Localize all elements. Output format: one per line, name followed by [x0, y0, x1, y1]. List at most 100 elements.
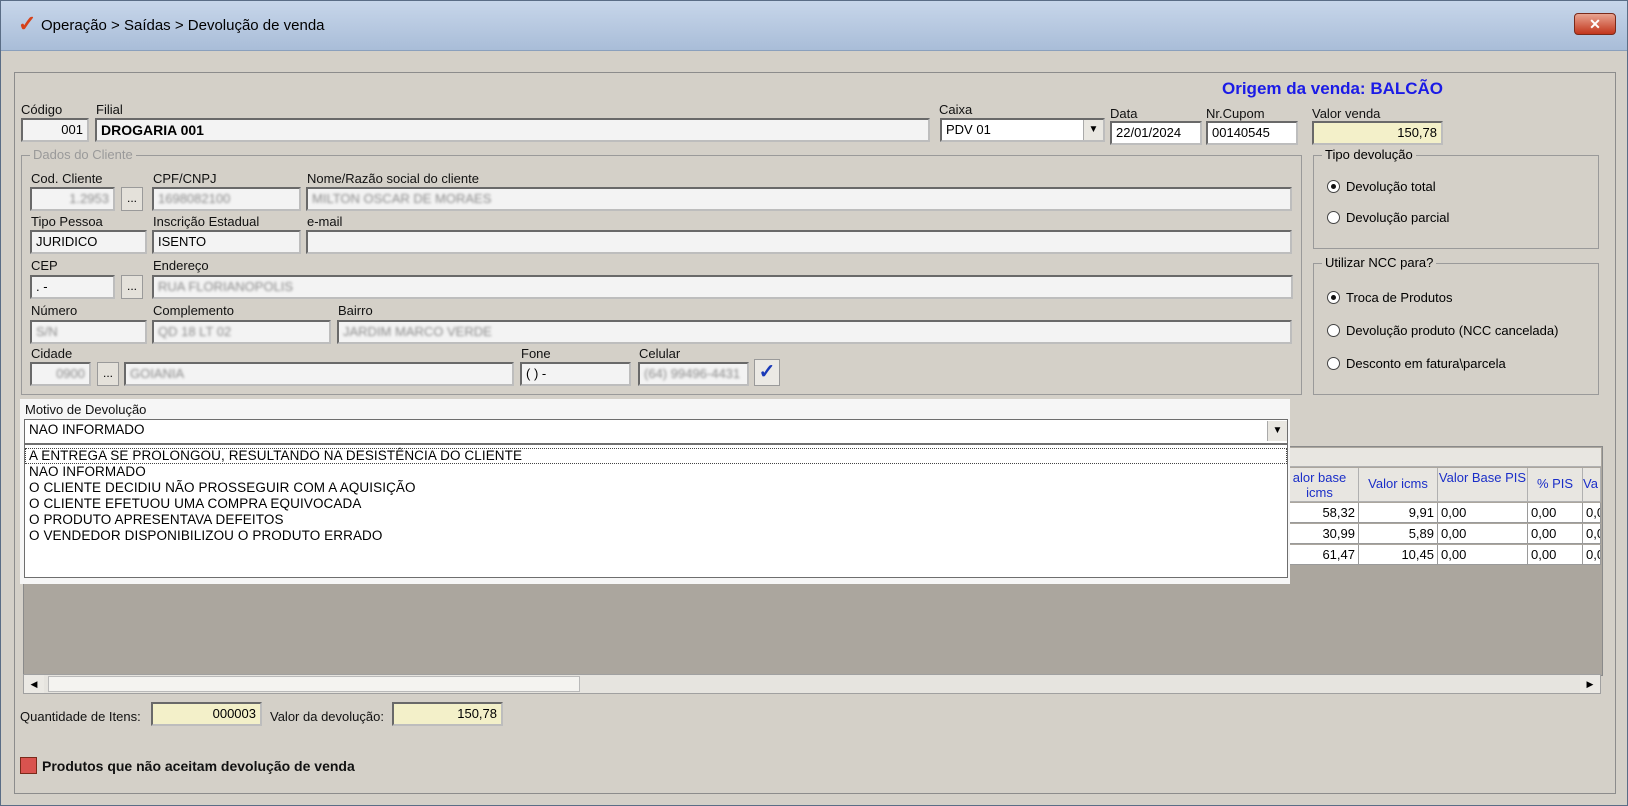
- cod-cliente-field[interactable]: 1.2953: [30, 187, 115, 211]
- grid-top-bar: [1290, 448, 1601, 467]
- filial-field[interactable]: DROGARIA 001: [95, 118, 930, 142]
- radio-devolucao-total[interactable]: Devolução total: [1327, 179, 1436, 194]
- sale-origin: Origem da venda: BALCÃO: [1222, 79, 1444, 98]
- bairro-field[interactable]: JARDIM MARCO VERDE: [337, 320, 1292, 344]
- tipo-devolucao-title: Tipo devolução: [1322, 147, 1416, 162]
- radio-devolucao-produto[interactable]: Devolução produto (NCC cancelada): [1327, 323, 1558, 338]
- close-button[interactable]: ✕: [1574, 13, 1616, 35]
- radio-troca-produtos-label: Troca de Produtos: [1346, 290, 1453, 305]
- cell-valor-icms: 9,91: [1359, 503, 1438, 523]
- cupom-label: Nr.Cupom: [1206, 106, 1265, 121]
- cpf-field[interactable]: 1698082100: [152, 187, 301, 211]
- radio-devolucao-produto-label: Devolução produto (NCC cancelada): [1346, 323, 1559, 338]
- endereco-label: Endereço: [153, 258, 209, 273]
- motivo-option[interactable]: O CLIENTE EFETUOU UMA COMPRA EQUIVOCADA: [25, 496, 1287, 512]
- col-header-pis[interactable]: % PIS: [1528, 468, 1583, 502]
- scroll-right-icon[interactable]: ▶: [1580, 675, 1600, 693]
- numero-field[interactable]: S/N: [30, 320, 147, 344]
- tipo-devolucao-group: Tipo devolução: [1313, 147, 1599, 249]
- data-label: Data: [1110, 106, 1138, 121]
- legend-label: Produtos que não aceitam devolução de ve…: [42, 758, 355, 774]
- cell-base-pis: 0,00: [1438, 503, 1528, 523]
- scroll-thumb[interactable]: [48, 676, 580, 692]
- radio-devolucao-parcial-label: Devolução parcial: [1346, 210, 1450, 225]
- motivo-select[interactable]: NAO INFORMADO ▼: [24, 419, 1288, 444]
- radio-unselected-icon: [1327, 357, 1340, 370]
- cliente-group-title: Dados do Cliente: [30, 147, 136, 162]
- valor-devolucao-label: Valor da devolução:: [270, 709, 384, 724]
- cidade-label: Cidade: [31, 346, 73, 361]
- checkmark-icon: ✓: [758, 361, 776, 383]
- col-header-va[interactable]: Va: [1583, 468, 1601, 502]
- cell-pis: 0,00: [1528, 545, 1583, 565]
- motivo-option[interactable]: O VENDEDOR DISPONIBILIZOU O PRODUTO ERRA…: [25, 528, 1287, 544]
- fone-label: Fone: [521, 346, 551, 361]
- confirm-check-button[interactable]: ✓: [754, 359, 780, 386]
- cupom-field[interactable]: 00140545: [1206, 121, 1298, 145]
- cod-cliente-value: 1.2953: [69, 191, 109, 206]
- radio-unselected-icon: [1327, 324, 1340, 337]
- radio-troca-produtos[interactable]: Troca de Produtos: [1327, 290, 1452, 305]
- fone-field[interactable]: ( ) -: [520, 362, 631, 386]
- cell-base-pis: 0,00: [1438, 545, 1528, 565]
- cell-va: 0,0: [1583, 524, 1601, 544]
- tipo-pessoa-label: Tipo Pessoa: [31, 214, 103, 229]
- valor-devolucao-field: 150,78: [392, 702, 503, 726]
- cell-base-icms: 61,47: [1281, 545, 1359, 565]
- nome-field[interactable]: MILTON OSCAR DE MORAES: [306, 187, 1292, 211]
- cpf-label: CPF/CNPJ: [153, 171, 217, 186]
- ie-label: Inscrição Estadual: [153, 214, 260, 229]
- endereco-field[interactable]: RUA FLORIANOPOLIS: [152, 275, 1293, 299]
- email-field[interactable]: [306, 230, 1292, 254]
- numero-label: Número: [31, 303, 78, 318]
- numero-value: S/N: [36, 324, 58, 339]
- legend-swatch: [20, 757, 37, 774]
- caixa-label: Caixa: [939, 102, 973, 117]
- radio-desconto-fatura-label: Desconto em fatura\parcela: [1346, 356, 1506, 371]
- chevron-down-icon[interactable]: ▼: [1083, 120, 1103, 140]
- cep-field[interactable]: . -: [30, 275, 115, 299]
- caixa-select[interactable]: PDV 01 ▼: [940, 118, 1105, 142]
- cidade-value: GOIANIA: [130, 366, 185, 381]
- scroll-left-icon[interactable]: ◀: [24, 675, 44, 693]
- motivo-options-list: A ENTREGA SE PROLONGOU, RESULTANDO NA DE…: [24, 444, 1288, 578]
- cell-pis: 0,00: [1528, 503, 1583, 523]
- bairro-label: Bairro: [338, 303, 373, 318]
- cidade-code-value: 0900: [56, 366, 85, 381]
- radio-devolucao-parcial[interactable]: Devolução parcial: [1327, 210, 1449, 225]
- complemento-field[interactable]: QD 18 LT 02: [152, 320, 331, 344]
- nome-label: Nome/Razão social do cliente: [307, 171, 479, 186]
- motivo-option[interactable]: O CLIENTE DECIDIU NÃO PROSSEGUIR COM A A…: [25, 480, 1287, 496]
- cidade-code-field[interactable]: 0900: [30, 362, 91, 386]
- tipo-pessoa-field[interactable]: JURIDICO: [30, 230, 147, 254]
- chevron-down-icon[interactable]: ▼: [1267, 421, 1287, 441]
- window-title: Operação > Saídas > Devolução de venda: [41, 17, 325, 34]
- cell-pis: 0,00: [1528, 524, 1583, 544]
- data-field[interactable]: 22/01/2024: [1110, 121, 1202, 145]
- celular-field[interactable]: (64) 99496-4431: [638, 362, 749, 386]
- motivo-option[interactable]: NAO INFORMADO: [25, 464, 1287, 480]
- radio-unselected-icon: [1327, 211, 1340, 224]
- cell-base-icms: 30,99: [1281, 524, 1359, 544]
- motivo-option[interactable]: O PRODUTO APRESENTAVA DEFEITOS: [25, 512, 1287, 528]
- cep-lookup-button[interactable]: ...: [121, 275, 143, 299]
- radio-selected-icon: [1327, 180, 1340, 193]
- col-header-base-icms[interactable]: alor base icms: [1281, 468, 1359, 502]
- cell-valor-icms: 5,89: [1359, 524, 1438, 544]
- radio-selected-icon: [1327, 291, 1340, 304]
- cidade-field[interactable]: GOIANIA: [124, 362, 514, 386]
- qtd-itens-field: 000003: [151, 702, 262, 726]
- cell-va: 0,0: [1583, 545, 1601, 565]
- radio-devolucao-total-label: Devolução total: [1346, 179, 1436, 194]
- cidade-lookup-button[interactable]: ...: [97, 362, 119, 386]
- col-header-base-pis[interactable]: Valor Base PIS: [1438, 468, 1528, 502]
- cod-cliente-lookup-button[interactable]: ...: [121, 187, 143, 211]
- cep-label: CEP: [31, 258, 58, 273]
- ie-field[interactable]: ISENTO: [152, 230, 301, 254]
- cell-base-icms: 58,32: [1281, 503, 1359, 523]
- col-header-valor-icms[interactable]: Valor icms: [1359, 468, 1438, 502]
- motivo-option[interactable]: A ENTREGA SE PROLONGOU, RESULTANDO NA DE…: [25, 448, 1287, 464]
- horizontal-scrollbar[interactable]: ◀ ▶: [23, 674, 1601, 694]
- codigo-field[interactable]: 001: [21, 118, 89, 142]
- radio-desconto-fatura[interactable]: Desconto em fatura\parcela: [1327, 356, 1506, 371]
